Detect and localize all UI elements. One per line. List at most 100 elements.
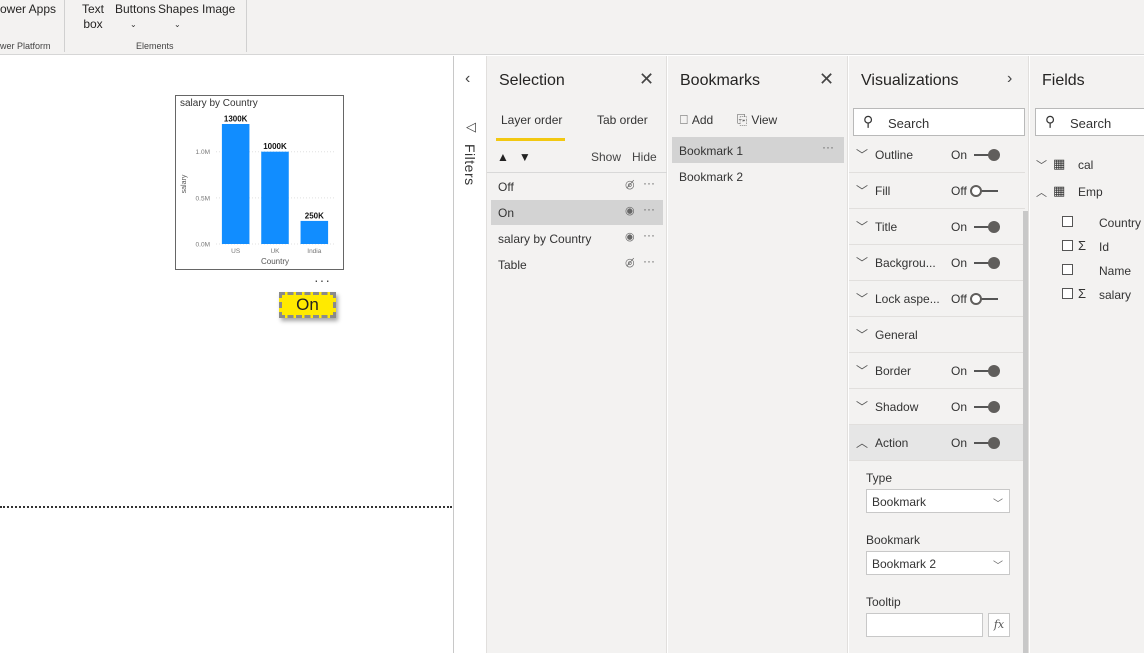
bookmark-dropdown[interactable]: Bookmark 2 ﹀ (866, 551, 1010, 575)
power-apps-button[interactable]: ower Apps (0, 2, 56, 17)
chevron-down-icon: ﹀ (856, 292, 869, 306)
bookmark-item[interactable]: Bookmark 1 ··· (672, 137, 844, 163)
field-name: Id (1099, 240, 1110, 254)
text-box-label-1: Text (82, 2, 105, 16)
chevron-right-icon[interactable]: › (1007, 70, 1012, 88)
field-checkbox[interactable] (1062, 264, 1073, 275)
toggle-switch[interactable] (970, 292, 1002, 306)
toggle-switch[interactable] (970, 400, 1002, 414)
layer-name: Off (498, 180, 514, 194)
prop-name: Title (875, 220, 898, 234)
type-dropdown[interactable]: Bookmark ﹀ (866, 489, 1010, 513)
prop-state: On (951, 436, 968, 450)
search-input[interactable]: ⚲ Search (853, 108, 1025, 136)
filters-strip[interactable]: ‹ ◁ Filters (453, 56, 487, 653)
toggle-switch[interactable] (970, 364, 1002, 378)
y-axis-label: salary (181, 174, 188, 193)
more-options-icon[interactable]: ··· (643, 176, 655, 190)
more-options-icon[interactable]: ··· (314, 272, 331, 288)
prop-border[interactable]: ﹀ Border On (849, 353, 1025, 389)
eye-icon[interactable]: ◉ (625, 230, 635, 243)
close-icon[interactable]: ✕ (639, 69, 654, 90)
image-button[interactable]: Image (202, 2, 235, 17)
chevron-down-icon: ﹀ (856, 184, 869, 198)
more-options-icon[interactable]: ··· (643, 202, 655, 216)
report-canvas[interactable]: salary by Country 0.0M 0.5M 1.0M salary 1300… (0, 56, 453, 653)
toggle-switch[interactable] (970, 256, 1002, 270)
elements-group-label: Elements (136, 41, 174, 51)
table-icon: ▦ (1053, 183, 1066, 198)
more-options-icon[interactable]: ··· (643, 228, 655, 242)
chevron-left-icon[interactable]: ‹ (465, 70, 470, 88)
buttons-button[interactable]: Buttons (115, 2, 156, 17)
prop-fill[interactable]: ﹀ Fill Off (849, 173, 1025, 209)
toggle-switch[interactable] (970, 148, 1002, 162)
close-icon[interactable]: ✕ (819, 69, 834, 90)
prop-name: Outline (875, 148, 914, 162)
prop-action[interactable]: ︿ Action On (849, 425, 1025, 461)
chevron-down-icon: ⌄ (174, 20, 181, 29)
chevron-up-icon[interactable]: ︿ (1036, 184, 1047, 200)
add-bookmark-button[interactable]: ⎕ Add (680, 112, 713, 128)
layer-item[interactable]: salary by Country ◉ ··· (491, 226, 663, 251)
text-box-button[interactable]: Text box (82, 2, 104, 32)
selection-title: Selection (499, 72, 565, 89)
table-icon: ▦ (1053, 156, 1066, 171)
move-down-icon[interactable]: ▼ (519, 150, 531, 164)
table-cal[interactable]: ﹀ ▦ cal (1030, 153, 1144, 177)
more-options-icon[interactable]: ··· (643, 254, 655, 268)
bookmark-name: Bookmark 2 (679, 170, 744, 184)
prop-state: Off (951, 292, 967, 306)
prop-lock-aspect[interactable]: ﹀ Lock aspe... Off (849, 281, 1025, 317)
fields-title: Fields (1042, 72, 1085, 89)
hide-column-header[interactable]: Hide (632, 150, 657, 164)
eye-hidden-icon[interactable]: ◎̸ (625, 178, 635, 191)
fx-button[interactable]: fx (988, 613, 1010, 637)
toggle-switch[interactable] (970, 436, 1002, 450)
layer-item[interactable]: Off ◎̸ ··· (491, 174, 663, 199)
prop-outline[interactable]: ﹀ Outline On (849, 137, 1025, 173)
scrollbar[interactable] (1023, 211, 1028, 653)
view-bookmark-button[interactable]: ⎘ View (737, 112, 777, 128)
data-label: 250K (305, 211, 324, 220)
power-apps-label: ower Apps (0, 2, 57, 16)
field-item[interactable]: Σ Id (1030, 235, 1144, 259)
field-item[interactable]: Name (1030, 259, 1144, 283)
field-name: Country (1099, 216, 1142, 230)
tab-tab-order[interactable]: Tab order (597, 113, 648, 127)
show-column-header[interactable]: Show (591, 150, 621, 164)
table-emp[interactable]: ︿ ▦ Emp (1030, 180, 1144, 204)
search-placeholder: Search (888, 116, 930, 131)
tab-layer-order[interactable]: Layer order (501, 113, 562, 127)
prop-background[interactable]: ﹀ Backgrou... On (849, 245, 1025, 281)
x-tick-label: India (307, 248, 321, 255)
more-options-icon[interactable]: ··· (822, 140, 834, 154)
on-button[interactable]: On (279, 292, 336, 318)
field-checkbox[interactable] (1062, 240, 1073, 251)
prop-state: On (951, 220, 968, 234)
field-checkbox[interactable] (1062, 216, 1073, 227)
chevron-down-icon[interactable]: ﹀ (1036, 157, 1047, 173)
prop-general[interactable]: ﹀ General (849, 317, 1025, 353)
sigma-icon: Σ (1078, 238, 1087, 253)
tooltip-input[interactable] (866, 613, 983, 637)
bookmark-item[interactable]: Bookmark 2 (672, 163, 844, 189)
eye-hidden-icon[interactable]: ◎̸ (625, 256, 635, 269)
layer-item[interactable]: Table ◎̸ ··· (491, 252, 663, 277)
layer-item[interactable]: On ◉ ··· (491, 200, 663, 225)
toggle-switch[interactable] (970, 184, 1002, 198)
prop-shadow[interactable]: ﹀ Shadow On (849, 389, 1025, 425)
field-item[interactable]: Σ salary (1030, 283, 1144, 307)
shapes-button[interactable]: Shapes (158, 2, 199, 17)
move-up-icon[interactable]: ▲ (497, 150, 509, 164)
prop-title[interactable]: ﹀ Title On (849, 209, 1025, 245)
layer-name: salary by Country (498, 232, 592, 246)
fields-search-input[interactable]: ⚲ Search (1035, 108, 1144, 136)
field-checkbox[interactable] (1062, 288, 1073, 299)
field-item[interactable]: Country (1030, 211, 1144, 235)
filters-label[interactable]: Filters (462, 144, 478, 186)
salary-by-country-visual[interactable]: salary by Country 0.0M 0.5M 1.0M salary 1300… (175, 95, 344, 270)
toggle-switch[interactable] (970, 220, 1002, 234)
eye-icon[interactable]: ◉ (625, 204, 635, 217)
buttons-label: Buttons (115, 2, 156, 16)
